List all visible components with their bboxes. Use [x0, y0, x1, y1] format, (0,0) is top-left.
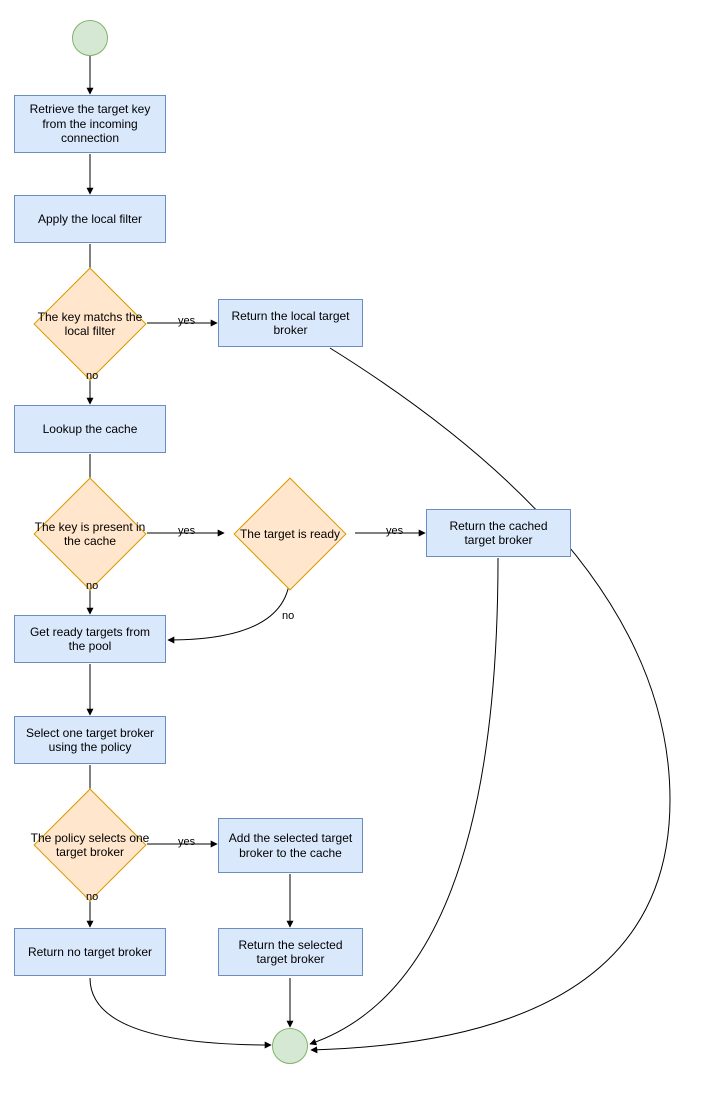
edge-label-d2-yes: yes [176, 525, 197, 537]
process-return-local: Return the local target broker [218, 299, 363, 347]
decision-key-matches-filter: The key matchs the local filter [50, 284, 130, 364]
edge-label-d4-no: no [84, 891, 100, 903]
edge-nobroker-end [90, 978, 271, 1045]
process-apply-filter: Apply the local filter [14, 195, 166, 243]
process-apply-filter-label: Apply the local filter [38, 212, 142, 226]
decision-policy-selects: The policy selects one target broker [50, 805, 130, 885]
process-return-no-target: Return no target broker [14, 928, 166, 976]
edge-label-d2-no: no [84, 580, 100, 592]
process-get-ready-targets: Get ready targets from the pool [14, 615, 166, 663]
edge-label-d3-no: no [280, 610, 296, 622]
edge-local-end [311, 348, 670, 1050]
process-return-selected: Return the selected target broker [218, 928, 363, 976]
process-add-to-cache-label: Add the selected target broker to the ca… [225, 831, 356, 860]
edge-label-d1-yes: yes [176, 315, 197, 327]
edge-label-d4-yes: yes [176, 836, 197, 848]
process-retrieve-key-label: Retrieve the target key from the incomin… [21, 102, 159, 145]
process-retrieve-key: Retrieve the target key from the incomin… [14, 95, 166, 153]
edge-label-d3-yes: yes [384, 525, 405, 537]
process-add-to-cache: Add the selected target broker to the ca… [218, 818, 363, 873]
decision-key-matches-filter-label: The key matchs the local filter [30, 310, 150, 339]
edge-label-d1-no: no [84, 370, 100, 382]
process-select-target: Select one target broker using the polic… [14, 716, 166, 764]
start-node [72, 20, 108, 56]
decision-key-in-cache-label: The key is present in the cache [30, 520, 150, 549]
decision-policy-selects-label: The policy selects one target broker [30, 831, 150, 860]
process-select-target-label: Select one target broker using the polic… [21, 726, 159, 755]
flowchart-canvas: Retrieve the target key from the incomin… [0, 0, 702, 1101]
end-node [272, 1028, 308, 1064]
decision-target-ready-label: The target is ready [240, 527, 340, 541]
process-return-no-target-label: Return no target broker [28, 945, 152, 959]
decision-key-in-cache: The key is present in the cache [50, 494, 130, 574]
process-return-cached: Return the cached target broker [426, 509, 571, 557]
process-return-cached-label: Return the cached target broker [433, 519, 564, 548]
decision-target-ready: The target is ready [250, 494, 330, 574]
process-lookup-cache: Lookup the cache [14, 405, 166, 453]
process-return-local-label: Return the local target broker [225, 309, 356, 338]
process-return-selected-label: Return the selected target broker [225, 938, 356, 967]
edge-decision3-no [168, 573, 290, 640]
process-lookup-cache-label: Lookup the cache [43, 422, 138, 436]
process-get-ready-targets-label: Get ready targets from the pool [21, 625, 159, 654]
